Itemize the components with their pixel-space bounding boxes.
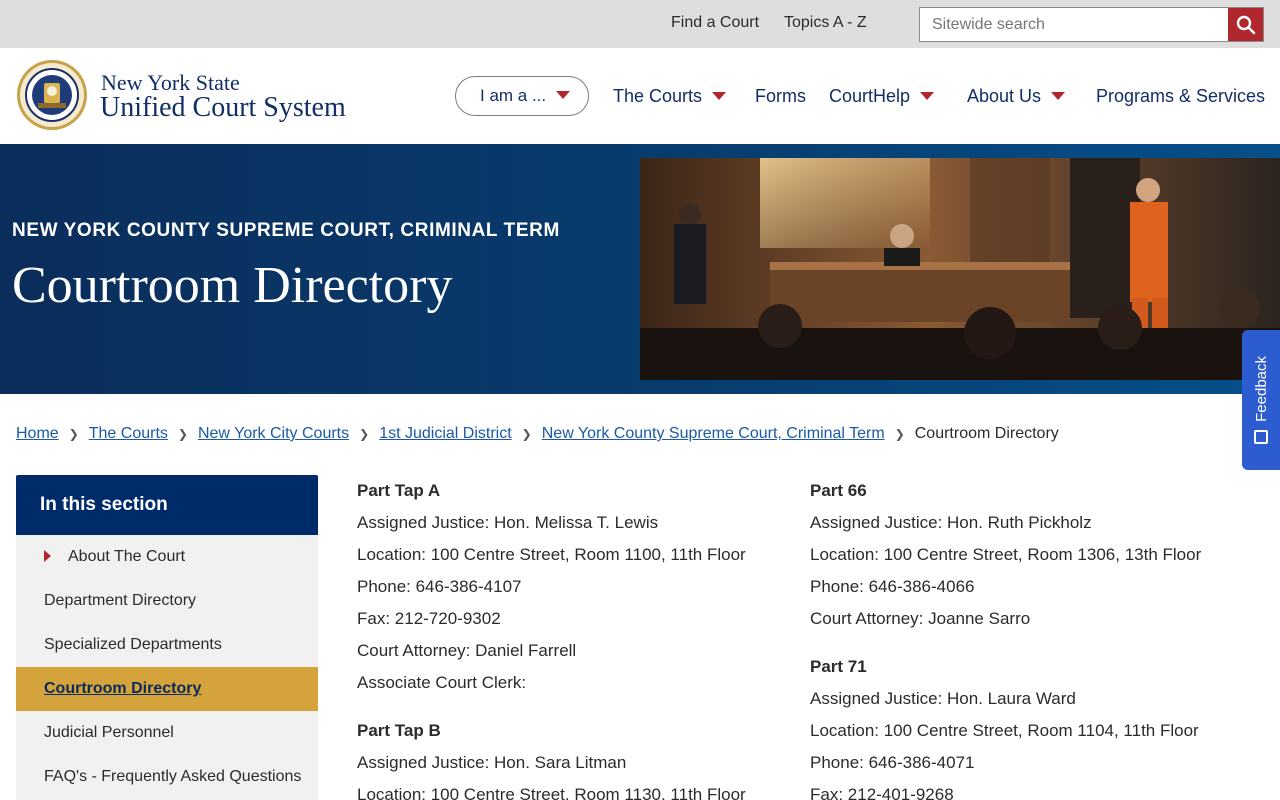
caret-down-icon (712, 91, 727, 100)
sidebar-item-courtroom-directory[interactable]: Courtroom Directory (16, 667, 318, 711)
chevron-right-icon: ❯ (894, 427, 905, 441)
i-am-a-dropdown[interactable]: I am a ... (455, 76, 589, 116)
part-title: Part 66 (810, 481, 867, 500)
part-entry: Part 71 Assigned Justice: Hon. Laura War… (810, 656, 1250, 800)
find-a-court-link[interactable]: Find a Court (671, 14, 759, 32)
page-hero: NEW YORK COUNTY SUPREME COURT, CRIMINAL … (0, 144, 1280, 394)
nav-label: The Courts (613, 86, 703, 106)
feedback-label: Feedback (1252, 356, 1270, 422)
part-justice: Assigned Justice: Hon. Ruth Pickholz (810, 513, 1092, 532)
chevron-right-icon: ❯ (68, 427, 79, 441)
part-title: Part 71 (810, 657, 867, 676)
part-associate-clerk: Associate Court Clerk: (357, 673, 527, 692)
part-fax: Fax: 212-720-9302 (357, 609, 501, 628)
part-court-attorney: Court Attorney: Joanne Sarro (810, 609, 1031, 628)
breadcrumb: Home ❯ The Courts ❯ New York City Courts… (16, 425, 1059, 443)
sidebar-item-faqs[interactable]: FAQ's - Frequently Asked Questions (16, 755, 318, 800)
sidebar-item-label: Department Directory (44, 592, 197, 609)
hero-eyebrow: NEW YORK COUNTY SUPREME COURT, CRIMINAL … (12, 220, 560, 241)
brand-line-2[interactable]: Unified Court System (100, 92, 346, 124)
part-justice: Assigned Justice: Hon. Sara Litman (357, 753, 627, 772)
site-header: New York State Unified Court System I am… (0, 48, 1280, 144)
caret-down-icon (1051, 91, 1066, 100)
part-location: Location: 100 Centre Street, Room 1100, … (357, 545, 746, 564)
part-phone: Phone: 646-386-4107 (357, 577, 522, 596)
part-entry: Part 66 Assigned Justice: Hon. Ruth Pick… (810, 480, 1250, 640)
nav-label: About Us (967, 86, 1042, 106)
part-court-attorney: Court Attorney: Daniel Farrell (357, 641, 577, 660)
caret-right-icon (44, 550, 51, 562)
directory-column-right: Part 66 Assigned Justice: Hon. Ruth Pick… (810, 480, 1250, 800)
chevron-right-icon: ❯ (359, 427, 370, 441)
breadcrumb-ny-county-supreme[interactable]: New York County Supreme Court, Criminal … (542, 425, 885, 443)
search-button[interactable] (1228, 8, 1263, 41)
part-location: Location: 100 Centre Street, Room 1306, … (810, 545, 1202, 564)
feedback-tab[interactable]: Feedback (1242, 330, 1280, 470)
sidebar-item-label: Judicial Personnel (44, 724, 174, 741)
part-entry: Part Tap A Assigned Justice: Hon. Meliss… (357, 480, 797, 704)
sidebar-heading: In this section (16, 475, 318, 535)
courtroom-photo (640, 158, 1280, 380)
chevron-right-icon: ❯ (521, 427, 532, 441)
caret-down-icon (556, 91, 571, 99)
section-sidebar: In this section About The Court Departme… (16, 475, 318, 800)
nav-the-courts[interactable]: The Courts (613, 86, 727, 107)
search-icon (1236, 15, 1255, 34)
part-title: Part Tap A (357, 481, 441, 500)
part-entry: Part Tap B Assigned Justice: Hon. Sara L… (357, 720, 797, 800)
nav-forms[interactable]: Forms (755, 86, 806, 107)
sidebar-item-about-the-court[interactable]: About The Court (16, 535, 318, 579)
topics-a-z-link[interactable]: Topics A - Z (784, 14, 867, 32)
sidebar-item-department-directory[interactable]: Department Directory (16, 579, 318, 623)
nav-about-us[interactable]: About Us (967, 86, 1066, 107)
feedback-icon (1254, 429, 1268, 444)
nav-label: CourtHelp (829, 86, 911, 106)
search-input[interactable] (920, 8, 1228, 41)
directory-column-left: Part Tap A Assigned Justice: Hon. Meliss… (357, 480, 797, 800)
chevron-right-icon: ❯ (177, 427, 188, 441)
sidebar-item-label: Specialized Departments (44, 636, 222, 653)
sidebar-item-specialized-departments[interactable]: Specialized Departments (16, 623, 318, 667)
part-justice: Assigned Justice: Hon. Melissa T. Lewis (357, 513, 659, 532)
nav-programs-services[interactable]: Programs & Services (1096, 86, 1265, 107)
part-phone: Phone: 646-386-4071 (810, 753, 975, 772)
caret-down-icon (920, 91, 935, 100)
part-location: Location: 100 Centre Street, Room 1104, … (810, 721, 1199, 740)
part-location: Location: 100 Centre Street, Room 1130, … (357, 785, 746, 800)
breadcrumb-the-courts[interactable]: The Courts (89, 425, 168, 443)
breadcrumb-current: Courtroom Directory (914, 425, 1059, 442)
breadcrumb-nyc-courts[interactable]: New York City Courts (198, 425, 349, 443)
sitewide-search (919, 7, 1264, 42)
i-am-a-label: I am a ... (480, 86, 547, 105)
breadcrumb-1st-district[interactable]: 1st Judicial District (379, 425, 511, 443)
part-title: Part Tap B (357, 721, 441, 740)
part-phone: Phone: 646-386-4066 (810, 577, 975, 596)
part-fax: Fax: 212-401-9268 (810, 785, 954, 800)
utility-bar: Find a Court Topics A - Z (0, 0, 1280, 48)
page-title: Courtroom Directory (12, 257, 453, 314)
nys-seal-icon[interactable] (16, 59, 88, 131)
breadcrumb-home[interactable]: Home (16, 425, 59, 443)
nav-label: Programs & Services (1096, 86, 1266, 106)
sidebar-item-judicial-personnel[interactable]: Judicial Personnel (16, 711, 318, 755)
sidebar-item-label: Courtroom Directory (44, 680, 202, 697)
sidebar-item-label: About The Court (68, 548, 186, 565)
nav-courthelp[interactable]: CourtHelp (829, 86, 935, 107)
nav-label: Forms (755, 86, 806, 106)
part-justice: Assigned Justice: Hon. Laura Ward (810, 689, 1076, 708)
sidebar-item-label: FAQ's - Frequently Asked Questions (44, 768, 302, 785)
